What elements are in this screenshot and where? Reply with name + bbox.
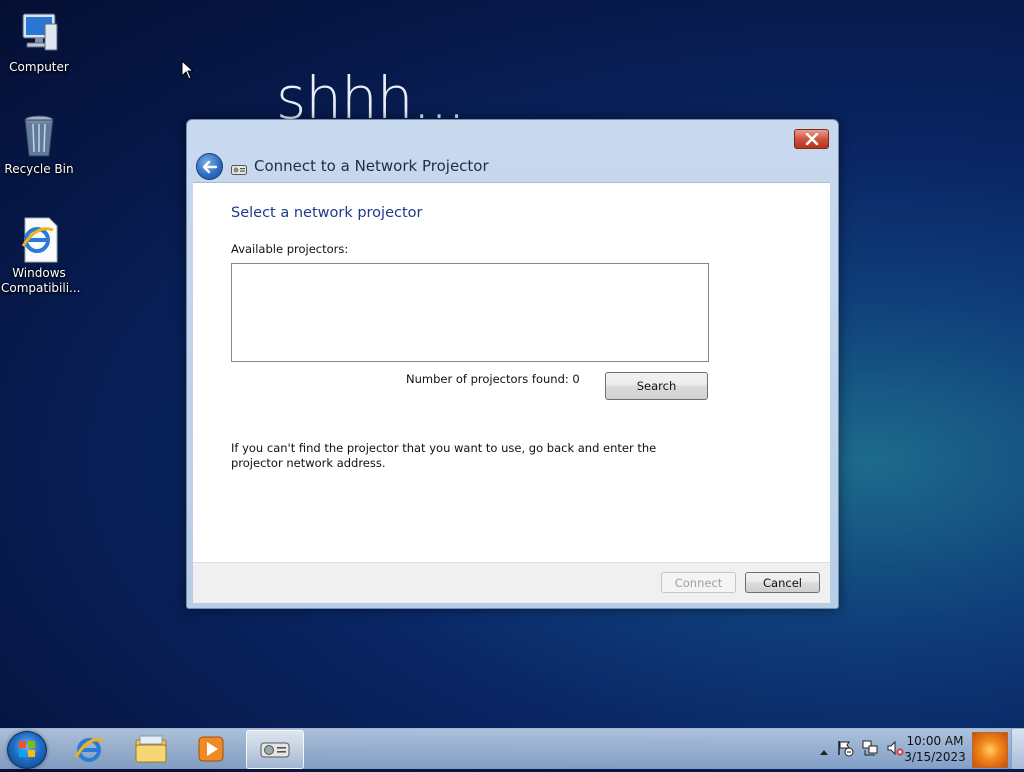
taskbar-media-player[interactable] xyxy=(183,730,239,767)
show-desktop-button[interactable] xyxy=(1011,729,1024,769)
taskbar-clock[interactable]: 10:00 AM 3/15/2023 xyxy=(904,733,966,765)
mouse-cursor-icon xyxy=(181,59,195,84)
internet-explorer-icon xyxy=(74,737,104,762)
desktop-icon-computer[interactable]: Computer xyxy=(1,10,77,75)
taskbar-network-projector[interactable] xyxy=(246,730,304,769)
network-icon[interactable] xyxy=(861,739,879,761)
taskbar-internet-explorer[interactable] xyxy=(61,730,117,767)
explorer-folder-icon xyxy=(135,735,167,762)
close-button[interactable] xyxy=(794,129,829,149)
show-hidden-icons-icon[interactable] xyxy=(819,741,829,760)
clock-time: 10:00 AM xyxy=(906,734,964,748)
action-center-flag-icon[interactable] xyxy=(836,739,854,761)
taskbar: 10:00 AM 3/15/2023 xyxy=(0,728,1024,769)
recycle-bin-icon xyxy=(15,112,63,160)
dialog-footer: Connect Cancel xyxy=(193,562,830,603)
desktop-icon-windows-compatibility[interactable]: Windows Compatibili... xyxy=(1,216,81,296)
system-tray xyxy=(819,739,904,761)
dialog-title: Connect to a Network Projector xyxy=(254,157,489,175)
projector-icon xyxy=(231,160,247,175)
network-projector-icon xyxy=(260,742,290,757)
cancel-button[interactable]: Cancel xyxy=(745,572,820,593)
search-button[interactable]: Search xyxy=(605,372,708,400)
close-icon xyxy=(805,133,818,145)
dialog-content: Select a network projector Available pro… xyxy=(193,182,830,563)
projectors-found-count: Number of projectors found: 0 xyxy=(406,372,580,386)
ie-shortcut-icon xyxy=(15,216,63,264)
media-player-icon xyxy=(198,736,224,761)
desktop-icon-recycle-bin[interactable]: Recycle Bin xyxy=(1,112,77,177)
connect-button[interactable]: Connect xyxy=(661,572,736,593)
desktop-icon-label: Computer xyxy=(9,60,69,74)
desktop-icon-label: Windows Compatibili... xyxy=(1,266,81,295)
start-button[interactable] xyxy=(7,731,47,769)
taskbar-explorer[interactable] xyxy=(123,730,179,767)
connect-projector-dialog: Connect to a Network Projector Select a … xyxy=(186,119,839,609)
user-picture-icon xyxy=(972,732,1008,768)
help-text: If you can't find the projector that you… xyxy=(231,441,657,470)
computer-icon xyxy=(15,10,63,58)
back-arrow-icon xyxy=(202,160,217,173)
clock-date: 3/15/2023 xyxy=(904,750,966,764)
volume-muted-icon[interactable] xyxy=(886,739,904,761)
windows-logo-icon xyxy=(19,741,35,757)
page-heading: Select a network projector xyxy=(231,205,423,221)
projector-list[interactable] xyxy=(231,263,709,362)
back-button[interactable] xyxy=(196,153,223,180)
available-projectors-label: Available projectors: xyxy=(231,242,349,256)
desktop-icon-label: Recycle Bin xyxy=(4,162,74,176)
